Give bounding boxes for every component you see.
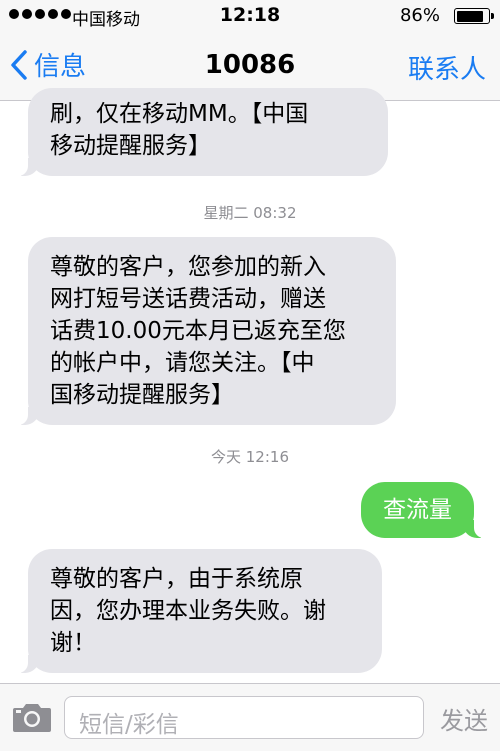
- status-bar: 中国移动 12:18 86%: [0, 0, 500, 32]
- compose-bar: 短信/彩信 发送: [0, 683, 500, 751]
- camera-icon[interactable]: [12, 701, 52, 733]
- message-outgoing[interactable]: 查流量: [361, 482, 484, 538]
- message-timestamp: 今天 12:16: [211, 448, 289, 466]
- message-timestamp: 星期二 08:32: [203, 204, 297, 222]
- message-input-placeholder: 短信/彩信: [79, 712, 179, 738]
- message-incoming[interactable]: 尊敬的客户，您参加的新入 网打短号送话费活动，赠送 话费10.00元本月已返充至…: [18, 237, 396, 425]
- send-button[interactable]: 发送: [440, 701, 488, 736]
- message-incoming[interactable]: 刷，仅在移动MM。【中国 移动提醒服务】: [18, 88, 388, 176]
- battery-icon: [454, 8, 494, 24]
- message-input[interactable]: 短信/彩信: [64, 696, 424, 739]
- contact-button[interactable]: 联系人: [408, 49, 486, 86]
- battery-percent: 86%: [399, 5, 440, 26]
- message-incoming[interactable]: 尊敬的客户，由于系统原 因，您办理本业务失败。谢 谢！: [18, 549, 382, 673]
